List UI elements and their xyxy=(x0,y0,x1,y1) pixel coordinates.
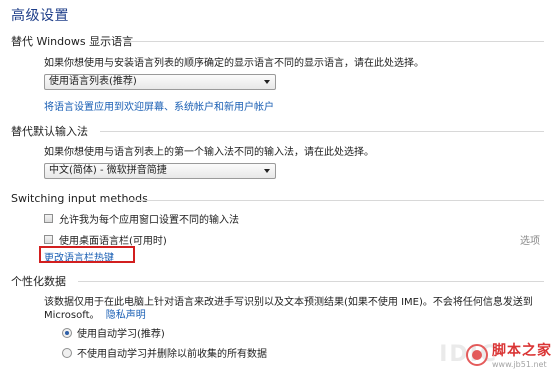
display-language-select[interactable]: 使用语言列表(推荐) xyxy=(44,74,276,90)
section-header-personalization: 个性化数据 xyxy=(11,275,66,288)
personalization-description-microsoft: Microsoft。 xyxy=(44,310,100,321)
no-auto-learning-radio-row[interactable]: 不使用自动学习并删除以前收集的所有数据 xyxy=(62,345,267,360)
section-header-switching: Switching input methods xyxy=(11,192,148,205)
privacy-statement-link[interactable]: 隐私声明 xyxy=(106,310,146,321)
language-bar-options-link[interactable]: 选项 xyxy=(520,232,540,247)
input-method-select-value: 中文(简体) - 微软拼音简捷 xyxy=(49,165,167,176)
watermark-logo-icon xyxy=(466,343,488,366)
display-language-description: 如果你想使用与安装语言列表的顺序确定的显示语言不同的显示语言，请在此处选择。 xyxy=(44,58,424,69)
per-app-input-label: 允许我为每个应用窗口设置不同的输入法 xyxy=(59,215,239,226)
personalization-description-line2: Microsoft。 隐私声明 xyxy=(44,306,146,321)
section-header-display-language: 替代 Windows 显示语言 xyxy=(11,35,134,48)
input-method-description: 如果你想使用与语言列表上的第一个输入法不同的输入法，请在此处选择。 xyxy=(44,147,374,158)
chevron-down-icon xyxy=(264,80,270,84)
desktop-language-bar-label: 使用桌面语言栏(可用时) xyxy=(59,236,167,247)
auto-learning-label: 使用自动学习(推荐) xyxy=(77,329,165,340)
chevron-down-icon xyxy=(264,169,270,173)
page-title: 高级设置 xyxy=(11,8,69,24)
no-auto-learning-label: 不使用自动学习并删除以前收集的所有数据 xyxy=(77,349,267,360)
advanced-settings-page: 高级设置 替代 Windows 显示语言 如果你想使用与安装语言列表的顺序确定的… xyxy=(0,0,558,371)
site-watermark: 脚本之家 www.jb51.net xyxy=(466,340,552,369)
auto-learning-radio[interactable] xyxy=(62,327,72,338)
watermark-url-text: www.jb51.net xyxy=(492,360,547,369)
apply-language-settings-link[interactable]: 将语言设置应用到欢迎屏幕、系统帐户和新用户帐户 xyxy=(44,98,274,113)
per-app-input-checkbox[interactable] xyxy=(44,214,53,223)
watermark-main-text: 脚本之家 xyxy=(492,343,552,359)
section-divider xyxy=(100,131,544,132)
input-method-select[interactable]: 中文(简体) - 微软拼音简捷 xyxy=(44,163,276,179)
section-divider xyxy=(78,281,544,282)
auto-learning-radio-row[interactable]: 使用自动学习(推荐) xyxy=(62,325,165,340)
highlight-annotation-box xyxy=(39,246,135,263)
no-auto-learning-radio[interactable] xyxy=(62,347,72,358)
per-app-input-checkbox-row[interactable]: 允许我为每个应用窗口设置不同的输入法 xyxy=(44,211,239,226)
section-divider xyxy=(130,41,544,42)
watermark-text: 脚本之家 www.jb51.net xyxy=(492,340,552,369)
section-header-input-method: 替代默认输入法 xyxy=(11,125,88,138)
display-language-select-value: 使用语言列表(推荐) xyxy=(49,76,137,87)
desktop-language-bar-checkbox-row[interactable]: 使用桌面语言栏(可用时) xyxy=(44,232,167,247)
section-divider xyxy=(128,200,544,201)
desktop-language-bar-checkbox[interactable] xyxy=(44,235,53,244)
